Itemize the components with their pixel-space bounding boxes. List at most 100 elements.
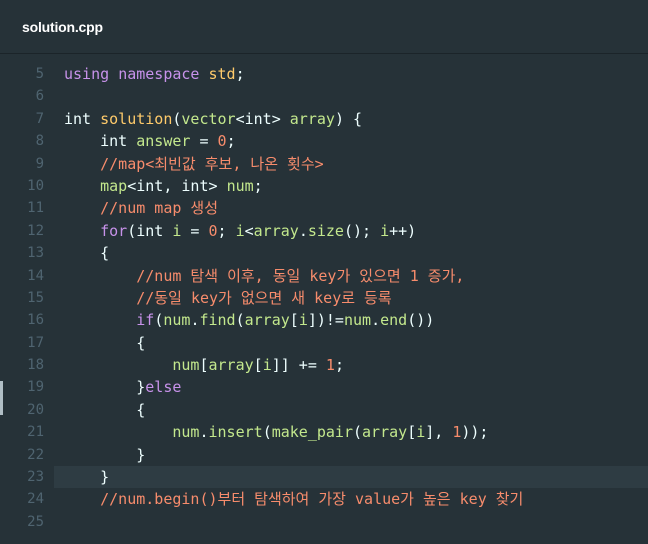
code-token: i (416, 423, 426, 442)
code-token: insert (208, 423, 263, 442)
code-token: ++) (389, 221, 417, 240)
code-line[interactable]: 21 num.insert(make_pair(array[i], 1)); (0, 421, 648, 443)
code-token: ; (217, 221, 236, 240)
line-code: { (64, 242, 109, 264)
line-number: 7 (35, 110, 44, 127)
code-token: array (208, 356, 254, 375)
code-token: num (172, 356, 200, 375)
code-line[interactable]: 13 { (0, 242, 648, 264)
code-line[interactable]: 14 //num 탐색 이후, 동일 key가 있으면 1 증가, (0, 265, 648, 287)
code-token: > (271, 109, 290, 128)
line-number: 10 (27, 177, 44, 194)
code-line[interactable]: 8 int answer = 0; (0, 130, 648, 152)
code-token: array (244, 311, 290, 330)
code-token: size (307, 221, 344, 240)
code-token: array (289, 109, 335, 128)
code-token: num (163, 311, 191, 330)
line-number: 15 (27, 289, 44, 306)
line-number: 8 (35, 133, 44, 150)
code-token: [ (289, 311, 299, 330)
code-line[interactable]: 5 using namespace std; (0, 63, 648, 85)
code-token: } (100, 468, 110, 487)
code-line[interactable]: 16 if(num.find(array[i])!=num.end()) (0, 309, 648, 331)
code-line[interactable]: 17 { (0, 332, 648, 354)
code-token: ( (235, 311, 245, 330)
code-token: num (343, 311, 372, 330)
code-token: int (136, 176, 164, 195)
code-line[interactable]: 7 int solution(vector<int> array) { (0, 108, 648, 130)
code-token: [ (253, 356, 263, 375)
code-token: [ (407, 423, 417, 442)
code-token: , (163, 176, 182, 195)
line-number: 9 (35, 155, 44, 172)
code-token: > (208, 176, 227, 195)
code-token: ])!= (307, 311, 344, 330)
code-token: //num map 생성 (100, 199, 219, 218)
code-editor[interactable]: 5 using namespace std; 6 7 int solution(vect… (0, 54, 648, 544)
code-line[interactable]: 19 }else (0, 376, 648, 398)
code-token: ( (154, 311, 164, 330)
code-line[interactable]: 18 num[array[i]] += 1; (0, 354, 648, 376)
code-token: i (298, 311, 308, 330)
code-token: [ (199, 356, 209, 375)
code-line[interactable]: 10 map<int, int> num; (0, 175, 648, 197)
file-tab-title[interactable]: solution.cpp (22, 19, 103, 35)
code-token: < (235, 109, 245, 128)
line-code: } (64, 444, 145, 466)
code-token: else (145, 378, 182, 397)
code-token: ; (235, 65, 245, 83)
line-code: { (64, 399, 145, 421)
code-line[interactable]: 25 (0, 511, 648, 533)
line-number: 14 (27, 267, 44, 284)
code-token: using (64, 65, 110, 83)
line-code: //map<최빈값 후보, 나온 횟수> (64, 153, 324, 175)
code-token: int (64, 109, 92, 128)
code-token: vector (181, 109, 236, 128)
line-code: num[array[i]] += 1; (64, 354, 344, 376)
code-line[interactable]: 15 //동일 key가 없으면 새 key로 등록 (0, 287, 648, 309)
tab-bar: solution.cpp (0, 0, 648, 54)
code-token: make_pair (271, 423, 353, 442)
code-line[interactable]: 11 //num map 생성 (0, 197, 648, 219)
line-number: 19 (27, 379, 44, 396)
code-line[interactable]: 20 { (0, 399, 648, 421)
code-line[interactable]: 9 //map<최빈값 후보, 나온 횟수> (0, 153, 648, 175)
line-code: //num map 생성 (64, 197, 218, 219)
code-token: array (253, 221, 299, 240)
code-token: ; (334, 356, 344, 375)
code-token: ; (226, 132, 236, 151)
line-number: 17 (27, 334, 44, 351)
line-number: 5 (35, 66, 44, 82)
line-number: 24 (27, 491, 44, 508)
code-line[interactable]: 23 } (0, 466, 648, 489)
code-line[interactable]: 22 } (0, 444, 648, 466)
code-line[interactable]: 12 for(int i = 0; i<array.size(); i++) (0, 220, 648, 242)
code-token: . (371, 311, 381, 330)
code-token: ; (253, 176, 263, 195)
code-token: int (244, 109, 272, 128)
line-number: 6 (35, 88, 44, 105)
code-token: = (190, 132, 218, 151)
code-line[interactable]: 6 (0, 85, 648, 107)
code-token: answer (136, 132, 191, 151)
code-token: int (100, 132, 128, 151)
code-token: i (380, 221, 390, 240)
code-token: solution (100, 109, 173, 128)
code-token: ], (425, 423, 453, 442)
code-line[interactable]: 24 //num.begin()부터 탐색하여 가장 value가 높은 key… (0, 488, 648, 510)
code-token: = (181, 221, 209, 240)
line-code: map<int, int> num; (64, 175, 263, 197)
line-number: 20 (27, 401, 44, 418)
code-token: num (172, 423, 200, 442)
